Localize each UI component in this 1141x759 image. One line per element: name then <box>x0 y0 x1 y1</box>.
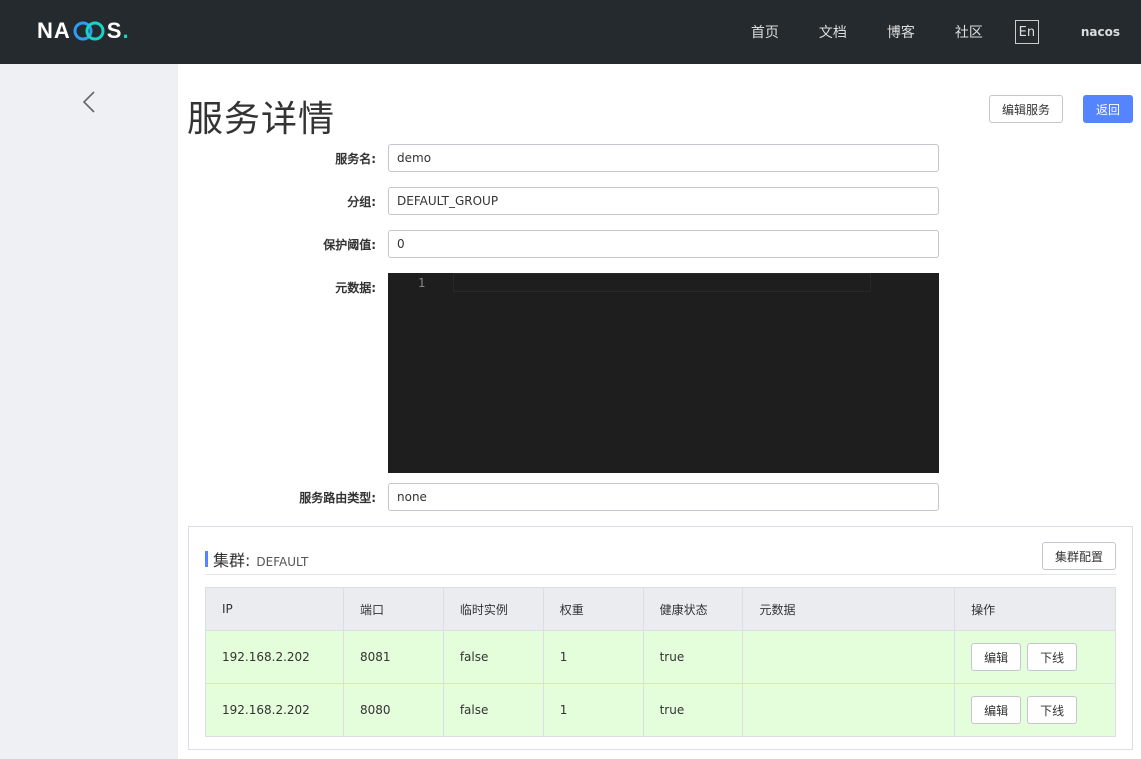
nav-docs[interactable]: 文档 <box>819 22 847 42</box>
metadata-editor[interactable]: 1 <box>388 273 939 473</box>
edit-instance-button[interactable]: 编辑 <box>971 643 1022 671</box>
cell-ephemeral: false <box>442 630 544 684</box>
cell-actions: 编辑 下线 <box>954 630 1116 684</box>
selector-type-label: 服务路由类型: <box>299 491 376 505</box>
column-header-ip: IP <box>205 587 344 631</box>
cell-weight: 1 <box>542 630 644 684</box>
form-row-service-name: 服务名: demo <box>178 144 1141 172</box>
metadata-label: 元数据: <box>335 281 376 295</box>
table-header-row: IP 端口 临时实例 权重 健康状态 元数据 操作 <box>205 587 1116 631</box>
cluster-header: 集群: DEFAULT <box>205 547 308 571</box>
sidebar <box>0 64 178 759</box>
cluster-card: 集群: DEFAULT 集群配置 IP 端口 临时实例 权重 健康状态 元数据 … <box>188 526 1133 750</box>
top-navbar: NA S . 首页 文档 博客 社区 En nacos <box>0 0 1141 64</box>
offline-instance-button[interactable]: 下线 <box>1027 643 1078 671</box>
chevron-left-icon[interactable] <box>79 90 99 114</box>
protect-threshold-label: 保护阈值: <box>323 238 376 252</box>
cluster-title: 集群: <box>213 551 251 570</box>
service-name-input[interactable]: demo <box>388 144 939 172</box>
cell-metadata <box>742 630 956 684</box>
cell-weight: 1 <box>542 683 644 737</box>
edit-instance-button[interactable]: 编辑 <box>971 696 1022 724</box>
form-row-protect-threshold: 保护阈值: 0 <box>178 230 1141 258</box>
cell-actions: 编辑 下线 <box>954 683 1116 737</box>
cell-healthy: true <box>642 630 744 684</box>
column-header-actions: 操作 <box>954 587 1116 631</box>
language-switch-button[interactable]: En <box>1014 20 1039 44</box>
nacos-logo[interactable]: NA S . <box>37 16 130 46</box>
back-button[interactable]: 返回 <box>1083 95 1133 123</box>
logo-rings-icon <box>72 20 106 42</box>
instance-table: IP 端口 临时实例 权重 健康状态 元数据 操作 192.168.2.202 … <box>205 587 1116 737</box>
offline-instance-button[interactable]: 下线 <box>1027 696 1078 724</box>
logo-dot: . <box>122 18 130 43</box>
table-row: 192.168.2.202 8080 false 1 true 编辑 下线 <box>205 683 1116 737</box>
page-title: 服务详情 <box>187 99 336 140</box>
cell-healthy: true <box>642 683 744 737</box>
group-label: 分组: <box>347 195 376 209</box>
nav-blog[interactable]: 博客 <box>887 22 915 42</box>
column-header-ephemeral: 临时实例 <box>442 587 544 631</box>
edit-service-button[interactable]: 编辑服务 <box>989 95 1063 123</box>
top-nav: 首页 文档 博客 社区 En nacos <box>751 0 1141 64</box>
cell-ephemeral: false <box>442 683 544 737</box>
column-header-port: 端口 <box>342 587 444 631</box>
cell-ip: 192.168.2.202 <box>205 630 344 684</box>
form-row-group: 分组: DEFAULT_GROUP <box>178 187 1141 215</box>
table-row: 192.168.2.202 8081 false 1 true 编辑 下线 <box>205 630 1116 684</box>
divider <box>205 574 1116 575</box>
selector-type-input[interactable]: none <box>388 483 939 511</box>
nav-community[interactable]: 社区 <box>955 22 983 42</box>
column-header-weight: 权重 <box>542 587 644 631</box>
cluster-config-button[interactable]: 集群配置 <box>1042 542 1116 570</box>
column-header-metadata: 元数据 <box>742 587 956 631</box>
editor-line-number: 1 <box>418 276 426 290</box>
cluster-name: DEFAULT <box>256 555 309 569</box>
form-row-selector-type: 服务路由类型: none <box>178 483 1141 511</box>
cell-port: 8080 <box>342 683 444 737</box>
editor-current-line <box>453 273 871 292</box>
protect-threshold-input[interactable]: 0 <box>388 230 939 258</box>
logo-text-left: NA <box>37 18 71 43</box>
user-name[interactable]: nacos <box>1081 25 1120 39</box>
main-content: 服务详情 编辑服务 返回 服务名: demo 分组: DEFAULT_GROUP… <box>178 64 1141 759</box>
cell-port: 8081 <box>342 630 444 684</box>
cell-ip: 192.168.2.202 <box>205 683 344 737</box>
cell-metadata <box>742 683 956 737</box>
logo-text-right: S <box>106 18 123 43</box>
cluster-accent-bar <box>205 551 208 567</box>
group-input[interactable]: DEFAULT_GROUP <box>388 187 939 215</box>
column-header-healthy: 健康状态 <box>642 587 744 631</box>
service-name-label: 服务名: <box>335 152 376 166</box>
nav-home[interactable]: 首页 <box>751 22 779 42</box>
